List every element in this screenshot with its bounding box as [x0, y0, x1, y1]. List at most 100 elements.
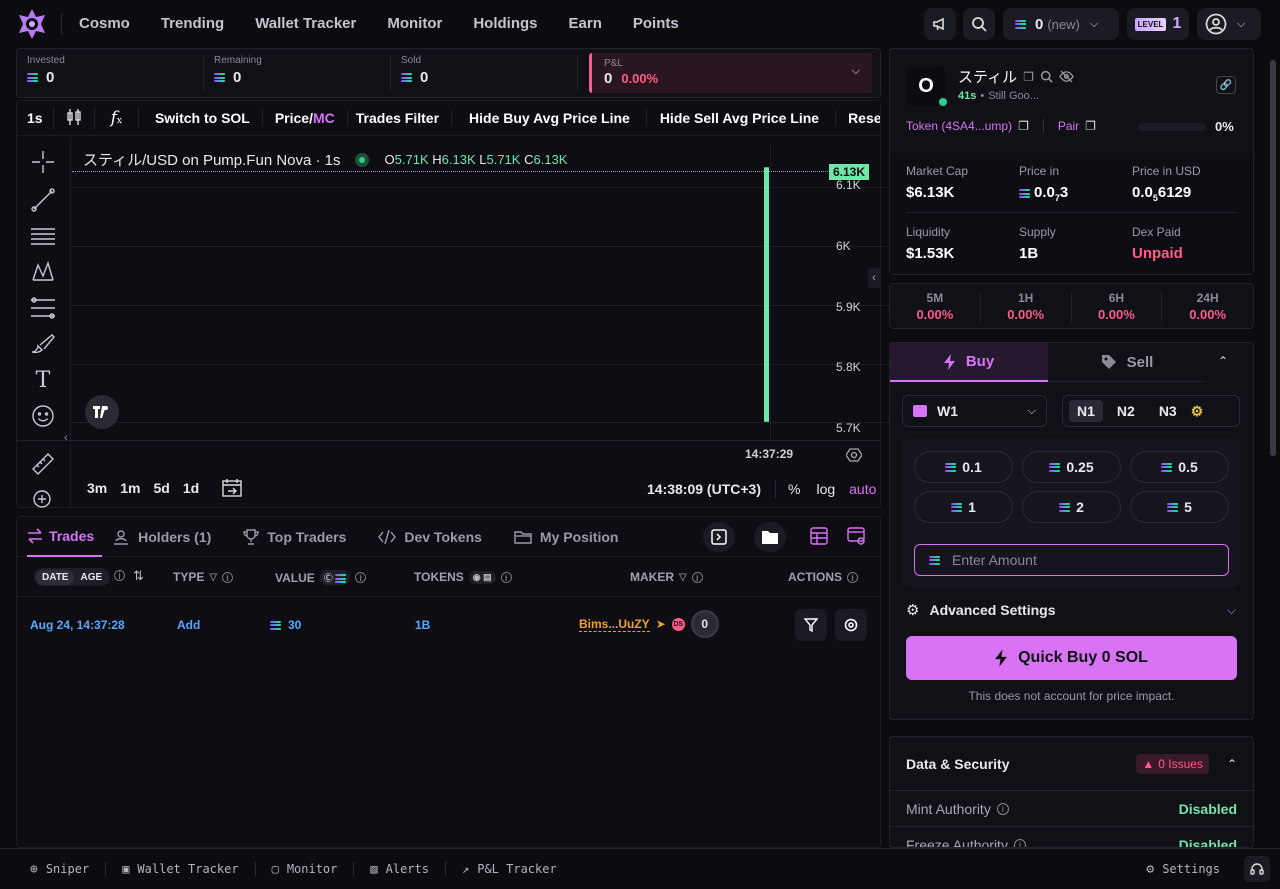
auto-toggle[interactable]: auto: [849, 481, 876, 497]
quick-buy-button[interactable]: Quick Buy 0 SOL: [906, 636, 1237, 680]
footer-alerts[interactable]: ▧ Alerts: [370, 862, 429, 876]
tab-my-position[interactable]: My Position: [514, 529, 618, 545]
preset-n2[interactable]: N2: [1107, 400, 1145, 422]
date-toggle[interactable]: DATE: [36, 569, 75, 585]
hide-sell-avg-button[interactable]: Hide Sell Avg Price Line: [647, 110, 837, 126]
indicators-button[interactable]: fx: [95, 108, 139, 128]
chevron-up-icon[interactable]: ⌃: [1227, 757, 1237, 771]
nav-wallet-tracker[interactable]: Wallet Tracker: [255, 15, 356, 32]
table-settings-icon[interactable]: [847, 527, 865, 548]
support-button[interactable]: [1244, 856, 1270, 882]
folder-view-button[interactable]: [754, 522, 786, 552]
level-badge[interactable]: LEVEL 1: [1127, 8, 1189, 40]
footer-monitor[interactable]: ▢ Monitor: [272, 862, 338, 876]
fib-icon[interactable]: [30, 296, 56, 322]
footer-sniper[interactable]: ⊕ Sniper: [30, 862, 89, 877]
ruler-icon[interactable]: [30, 452, 56, 478]
chevron-up-icon[interactable]: ⌃: [1218, 354, 1228, 368]
issues-badge[interactable]: ▲ 0 Issues: [1136, 753, 1209, 774]
amount-button[interactable]: 0.5: [1130, 451, 1229, 483]
axiom-logo[interactable]: [16, 8, 48, 40]
footer-settings[interactable]: ⚙ Settings: [1146, 862, 1220, 877]
pnl-stat[interactable]: P&L 0 0.00% ⌵: [589, 53, 872, 93]
range-1m[interactable]: 1m: [120, 480, 140, 496]
eye-off-icon[interactable]: [1059, 70, 1074, 83]
pair-link[interactable]: Pair: [1058, 119, 1079, 133]
tab-trades[interactable]: Trades: [27, 517, 103, 557]
range-5d[interactable]: 5d: [153, 480, 169, 496]
buy-tab[interactable]: Buy: [890, 343, 1048, 382]
footer-pnl-tracker[interactable]: ↗ P&L Tracker: [462, 862, 557, 876]
currency-toggle[interactable]: Ⓒ: [319, 570, 351, 585]
candle-style-button[interactable]: [52, 107, 95, 129]
link-button[interactable]: 🔗: [1216, 76, 1236, 94]
nav-earn[interactable]: Earn: [569, 15, 602, 32]
hide-buy-avg-button[interactable]: Hide Buy Avg Price Line: [452, 110, 647, 126]
amount-button[interactable]: 2: [1022, 491, 1121, 523]
page-scrollbar[interactable]: [1270, 60, 1276, 456]
collapse-left-icon[interactable]: ‹: [64, 432, 68, 444]
timeframe-24h[interactable]: 24H 0.00%: [1162, 291, 1253, 322]
sidebar-toggle-button[interactable]: [703, 522, 735, 552]
announcements-button[interactable]: [924, 8, 956, 40]
maker-address[interactable]: Bims...UuZY: [579, 617, 650, 632]
maker-count[interactable]: 0: [690, 610, 719, 638]
contract-address[interactable]: Token (4SA4...ump): [906, 119, 1012, 133]
zoom-in-icon[interactable]: [30, 488, 56, 514]
advanced-settings-toggle[interactable]: ⚙ Advanced Settings ⌵: [906, 601, 1236, 619]
pattern-icon[interactable]: [30, 260, 56, 286]
preset-n3[interactable]: N3: [1149, 400, 1187, 422]
nav-cosmo[interactable]: Cosmo: [79, 15, 130, 32]
search-icon[interactable]: [1040, 70, 1053, 83]
tab-holders[interactable]: Holders (1): [112, 529, 211, 545]
crosshair-icon[interactable]: [30, 150, 56, 176]
clock[interactable]: 14:38:09 (UTC+3): [647, 481, 761, 497]
wallet-selector[interactable]: W1 ⌵: [902, 395, 1047, 427]
age-toggle[interactable]: AGE: [74, 570, 108, 585]
token-avatar[interactable]: O: [906, 66, 949, 108]
copy-icon[interactable]: ❐: [1085, 119, 1096, 133]
view-maker-button[interactable]: [835, 609, 867, 641]
price-mc-toggle[interactable]: Price/MC: [263, 110, 348, 126]
table-row[interactable]: Aug 24, 14:37:28 Add 30 1B Bims...UuZY ➤…: [17, 606, 880, 644]
switch-to-sol-button[interactable]: Switch to SOL: [139, 110, 263, 126]
interval-selector[interactable]: 1s: [17, 110, 53, 126]
emoji-icon[interactable]: [30, 404, 56, 430]
settings-icon[interactable]: ⚙: [1191, 403, 1204, 420]
amount-input[interactable]: Enter Amount: [914, 544, 1229, 576]
range-1d[interactable]: 1d: [183, 480, 199, 496]
tab-top-traders[interactable]: Top Traders: [243, 529, 346, 545]
horizontal-lines-icon[interactable]: [30, 224, 56, 250]
nav-trending[interactable]: Trending: [161, 15, 224, 32]
date-range-icon[interactable]: [222, 478, 242, 501]
amount-button[interactable]: 0.1: [914, 451, 1013, 483]
amount-button[interactable]: 0.25: [1022, 451, 1121, 483]
date-age-toggle[interactable]: DATE AGE: [34, 568, 111, 586]
nav-monitor[interactable]: Monitor: [387, 15, 442, 32]
chart-settings-icon[interactable]: [845, 447, 863, 466]
range-3m[interactable]: 3m: [87, 480, 107, 496]
amount-button[interactable]: 5: [1130, 491, 1229, 523]
footer-wallet-tracker[interactable]: ▣ Wallet Tracker: [122, 862, 238, 876]
trades-filter-button[interactable]: Trades Filter: [348, 110, 453, 126]
timeframe-6h[interactable]: 6H 0.00%: [1072, 290, 1163, 322]
search-button[interactable]: [963, 8, 995, 40]
log-toggle[interactable]: log: [816, 481, 835, 497]
filter-maker-button[interactable]: [795, 609, 827, 641]
filter-icon[interactable]: ▽: [209, 572, 217, 583]
layout-icon[interactable]: [810, 527, 828, 548]
amount-button[interactable]: 1: [914, 491, 1013, 523]
account-menu[interactable]: ⌵: [1197, 8, 1261, 40]
tradingview-logo[interactable]: [85, 395, 119, 429]
brush-icon[interactable]: [30, 332, 56, 358]
tokens-toggle[interactable]: ◉ ▤: [468, 570, 496, 584]
nav-holdings[interactable]: Holdings: [473, 15, 537, 32]
reset-button[interactable]: Rese: [836, 110, 880, 126]
copy-icon[interactable]: ❐: [1023, 70, 1034, 84]
candle[interactable]: [764, 167, 769, 422]
nav-points[interactable]: Points: [633, 15, 679, 32]
filter-icon[interactable]: ▽: [679, 572, 687, 583]
trend-line-icon[interactable]: [30, 188, 56, 214]
tab-dev-tokens[interactable]: Dev Tokens: [378, 529, 482, 545]
collapse-right-icon[interactable]: ‹: [868, 268, 880, 288]
